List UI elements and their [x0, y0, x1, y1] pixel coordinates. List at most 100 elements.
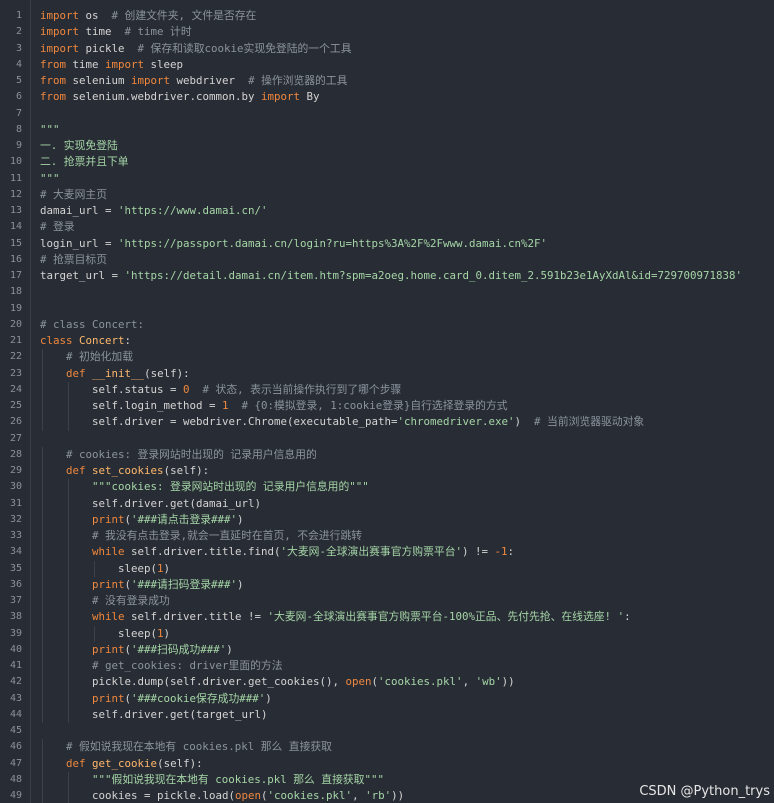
- code-token: ): [265, 691, 272, 705]
- code-text: from time import sleep: [40, 57, 183, 73]
- indent-guide: [68, 706, 69, 723]
- code-text: # 初始化加载: [40, 349, 133, 365]
- code-token: 'https://detail.damai.cn/item.htm?spm=a2…: [124, 269, 743, 282]
- code-text: # 假如说我现在本地有 cookies.pkl 那么 直接获取: [40, 739, 332, 755]
- indent-guide: [42, 576, 43, 593]
- indent-guide: [68, 609, 69, 626]
- indent-guide: [42, 560, 43, 577]
- line-number: 45: [9, 725, 22, 736]
- line-number: 14: [9, 221, 22, 233]
- code-line: 17 target_url = 'https://detail.damai.cn/…: [0, 268, 774, 284]
- code-token: __init__: [92, 366, 145, 380]
- code-line: 19: [0, 301, 774, 317]
- indent-guide: [68, 593, 69, 610]
- code-token: print: [92, 577, 125, 591]
- code-token: damai_url =: [40, 204, 119, 217]
- code-text: # class Concert:: [40, 317, 144, 333]
- code-text: def set_cookies(self):: [40, 463, 209, 479]
- code-token: # 大麦网主页: [40, 187, 107, 201]
- code-text: 一. 实现免登陆: [40, 138, 118, 154]
- line-number: 9: [15, 140, 22, 151]
- indent-guide: [42, 674, 43, 691]
- code-line: 7: [0, 106, 774, 122]
- code-line: 26 self.driver = webdriver.Chrome(execut…: [0, 414, 774, 431]
- code-token: )): [501, 675, 515, 689]
- code-token: from: [40, 74, 67, 87]
- code-token: from: [40, 57, 67, 71]
- indent-guide: [68, 788, 69, 803]
- code-text: """cookies: 登录网站时出现的 记录用户信息用的""": [40, 479, 369, 495]
- code-token: import: [40, 9, 80, 22]
- code-token: """假如说我现在本地有 cookies.pkl 那么 直接获取""": [92, 772, 384, 786]
- code-token: ): [237, 577, 244, 591]
- code-text: print('###cookie保存成功###'): [40, 691, 272, 707]
- code-line: 9 一. 实现免登陆: [0, 138, 774, 154]
- code-token: :: [624, 610, 631, 624]
- code-token: """cookies: 登录网站时出现的 记录用户信息用的""": [92, 480, 369, 494]
- code-token: print: [92, 691, 125, 705]
- code-line: 43 print('###cookie保存成功###'): [0, 690, 774, 707]
- code-token: time: [66, 57, 106, 71]
- code-token: ): [163, 626, 171, 640]
- code-token: """: [40, 122, 60, 136]
- indent-guide: [42, 446, 43, 463]
- code-token: ): [226, 642, 233, 656]
- code-line: 13 damai_url = 'https://www.damai.cn/': [0, 203, 774, 219]
- code-token: open: [235, 789, 262, 802]
- code-token: '大麦网-全球演出赛事官方购票平台': [280, 545, 462, 559]
- indent-guide: [42, 511, 43, 528]
- line-number: 4: [15, 58, 22, 70]
- code-line: 24 self.status = 0 # 状态, 表示当前操作执行到了哪个步骤: [0, 381, 774, 398]
- line-number: 24: [9, 383, 22, 395]
- code-line: 41 # get_cookies: driver里面的方法: [0, 658, 774, 675]
- line-number: 48: [9, 773, 22, 785]
- indent-guide: [94, 625, 95, 642]
- line-number: 37: [9, 595, 22, 606]
- line-number: 39: [9, 627, 22, 639]
- indent-guide: [68, 479, 69, 496]
- line-number: 15: [9, 237, 22, 249]
- code-line: 31 self.driver.get(damai_url): [0, 495, 774, 512]
- code-token: 'https://www.damai.cn/': [118, 204, 268, 217]
- code-editor[interactable]: 1 import os # 创建文件夹, 文件是否存在 2 import time #…: [0, 0, 774, 803]
- indent-guide: [42, 771, 43, 788]
- line-number: 32: [9, 513, 22, 525]
- line-number: 29: [9, 465, 22, 476]
- code-line: 36 print('###请扫码登录###'): [0, 576, 774, 593]
- code-text: # get_cookies: driver里面的方法: [40, 658, 283, 674]
- code-token: ): [514, 415, 535, 429]
- line-number: 16: [9, 253, 22, 265]
- code-text: print('###请点击登录###'): [40, 512, 244, 528]
- indent-guide: [42, 706, 43, 723]
- code-token: # {0:模拟登录, 1:cookie登录}自行选择登录的方式: [241, 399, 508, 412]
- code-token: sleep(: [40, 561, 158, 575]
- code-line: 22 # 初始化加载: [0, 349, 774, 366]
- indent-guide: [42, 495, 43, 512]
- code-token: (self):: [157, 756, 203, 770]
- code-token: :: [507, 545, 515, 559]
- code-token: # cookies: 登录网站时出现的 记录用户信息用的: [66, 447, 317, 461]
- code-token: self.driver.get(damai_url): [40, 496, 262, 510]
- code-token: # time 计时: [124, 25, 192, 39]
- line-number: 26: [9, 416, 22, 428]
- code-token: # 创建文件夹, 文件是否存在: [111, 9, 257, 22]
- line-number: 36: [9, 578, 22, 590]
- indent-guide: [68, 771, 69, 788]
- code-text: sleep(1): [40, 561, 170, 577]
- code-token: open: [345, 675, 372, 689]
- indent-guide: [42, 528, 43, 545]
- indent-guide: [42, 463, 43, 480]
- line-number: 8: [15, 123, 22, 135]
- line-number: 18: [9, 286, 22, 298]
- code-text: 二. 抢票并且下单: [40, 154, 129, 170]
